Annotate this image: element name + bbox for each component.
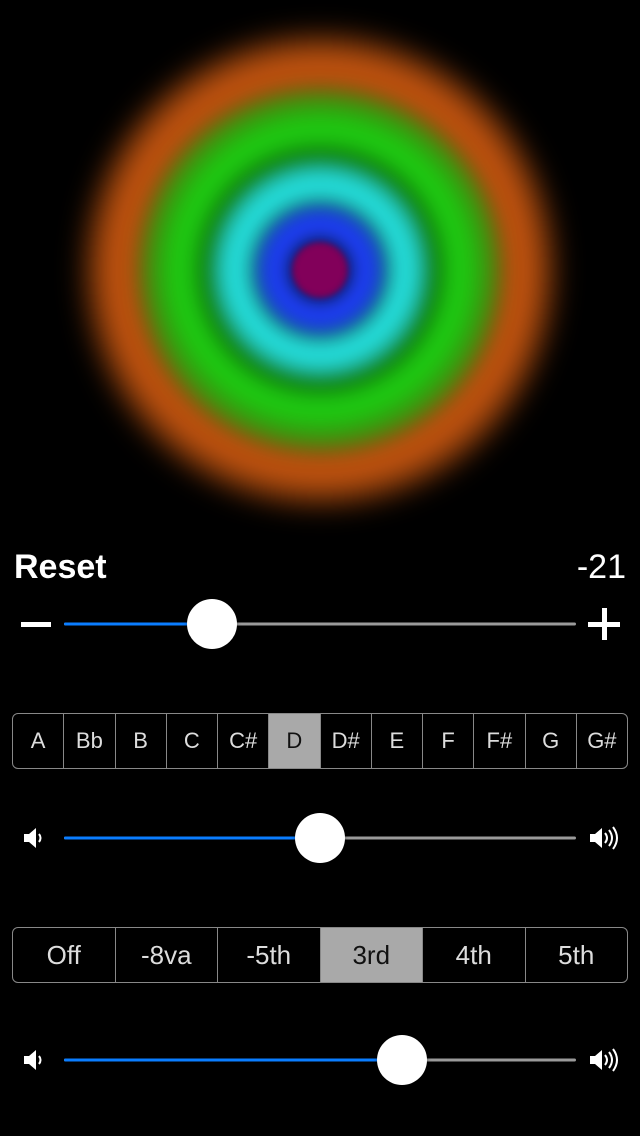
note-option-gsharp[interactable]: G#: [577, 714, 627, 768]
interval-option-4th[interactable]: 4th: [423, 928, 526, 982]
reset-button[interactable]: Reset: [14, 548, 107, 587]
note-option-fsharp[interactable]: F#: [474, 714, 525, 768]
interval-option-3rd[interactable]: 3rd: [321, 928, 424, 982]
visualizer: [0, 0, 640, 540]
cents-plus-button[interactable]: [580, 608, 628, 640]
speaker-low-icon: [12, 823, 60, 853]
cents-slider[interactable]: [64, 604, 576, 644]
volume2-slider[interactable]: [64, 1040, 576, 1080]
volume2-slider-fill: [64, 1059, 402, 1062]
note-option-b[interactable]: B: [116, 714, 167, 768]
minus-icon: [21, 622, 51, 627]
note-option-d[interactable]: D: [269, 714, 320, 768]
volume1-slider-thumb[interactable]: [295, 813, 345, 863]
interval-option-5th[interactable]: 5th: [526, 928, 628, 982]
note-option-g[interactable]: G: [526, 714, 577, 768]
note-option-dsharp[interactable]: D#: [321, 714, 372, 768]
plus-icon: [588, 608, 620, 640]
interval-option-5th[interactable]: -5th: [218, 928, 321, 982]
interval-segmented-control[interactable]: Off-8va-5th3rd4th5th: [12, 927, 628, 983]
note-segmented-control[interactable]: ABbBCC#DD#EFF#GG#: [12, 713, 628, 769]
speaker-high-icon: [580, 823, 628, 853]
interval-option-off[interactable]: Off: [13, 928, 116, 982]
volume2-slider-thumb[interactable]: [377, 1035, 427, 1085]
cents-value: -21: [577, 548, 626, 587]
note-option-csharp[interactable]: C#: [218, 714, 269, 768]
interval-option-8va[interactable]: -8va: [116, 928, 219, 982]
volume1-slider-fill: [64, 837, 320, 840]
speaker-high-icon: [580, 1045, 628, 1075]
cents-slider-thumb[interactable]: [187, 599, 237, 649]
note-option-e[interactable]: E: [372, 714, 423, 768]
note-option-a[interactable]: A: [13, 714, 64, 768]
volume1-slider[interactable]: [64, 818, 576, 858]
note-option-bb[interactable]: Bb: [64, 714, 115, 768]
note-option-f[interactable]: F: [423, 714, 474, 768]
cents-minus-button[interactable]: [12, 622, 60, 627]
speaker-low-icon: [12, 1045, 60, 1075]
note-option-c[interactable]: C: [167, 714, 218, 768]
vis-ring-magenta: [292, 242, 348, 298]
